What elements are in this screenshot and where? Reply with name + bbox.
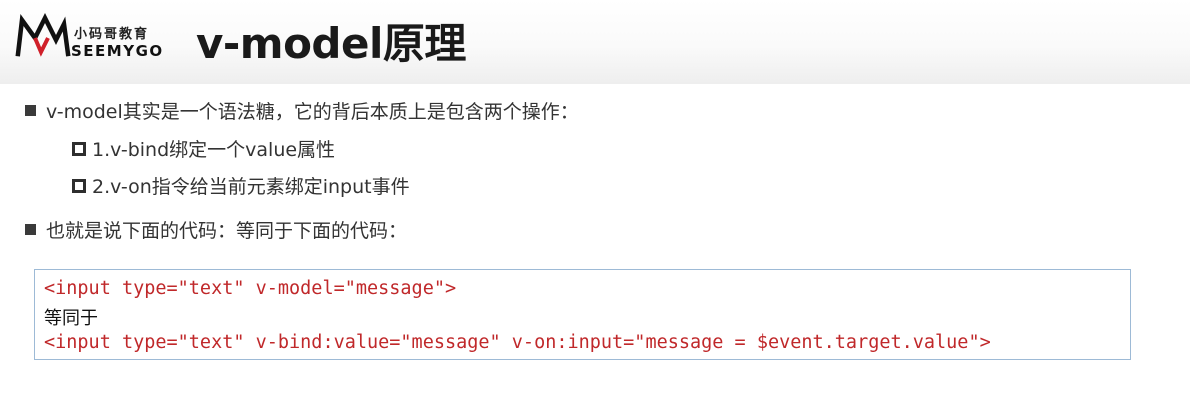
code-line-equivalent: 等同于	[44, 308, 98, 329]
logo-english-text: SEEMYGO	[71, 42, 164, 60]
square-bullet-icon	[25, 105, 36, 116]
brand-logo: 小码哥教育 SEEMYGO	[14, 12, 174, 62]
logo-chinese-text: 小码哥教育	[74, 27, 150, 42]
hollow-square-bullet-icon	[72, 178, 86, 193]
sub-bullet-item: 1.v-bind绑定一个value属性	[72, 135, 335, 162]
seemygo-m-logo-icon	[15, 12, 71, 57]
sub-bullet-text: 1.v-bind绑定一个value属性	[92, 139, 336, 161]
bullet-item: v-model其实是一个语法糖，它的背后本质上是包含两个操作：	[25, 97, 579, 124]
sub-bullet-item: 2.v-on指令给当前元素绑定input事件	[72, 172, 410, 199]
square-bullet-icon	[25, 224, 36, 235]
code-line-v-bind-v-on: <input type="text" v-bind:value="message…	[44, 332, 991, 353]
code-line-v-model: <input type="text" v-model="message">	[44, 278, 457, 299]
bullet-text: v-model其实是一个语法糖，它的背后本质上是包含两个操作：	[46, 101, 579, 123]
code-block: <input type="text" v-model="message"> 等同…	[34, 269, 1131, 360]
bullet-item: 也就是说下面的代码：等同于下面的代码：	[25, 216, 407, 243]
sub-bullet-text: 2.v-on指令给当前元素绑定input事件	[92, 176, 410, 198]
page-title: v-model原理	[196, 19, 466, 68]
bullet-text: 也就是说下面的代码：等同于下面的代码：	[46, 220, 408, 242]
hollow-square-bullet-icon	[72, 141, 86, 156]
header-bar: 小码哥教育 SEEMYGO v-model原理	[0, 0, 1190, 84]
